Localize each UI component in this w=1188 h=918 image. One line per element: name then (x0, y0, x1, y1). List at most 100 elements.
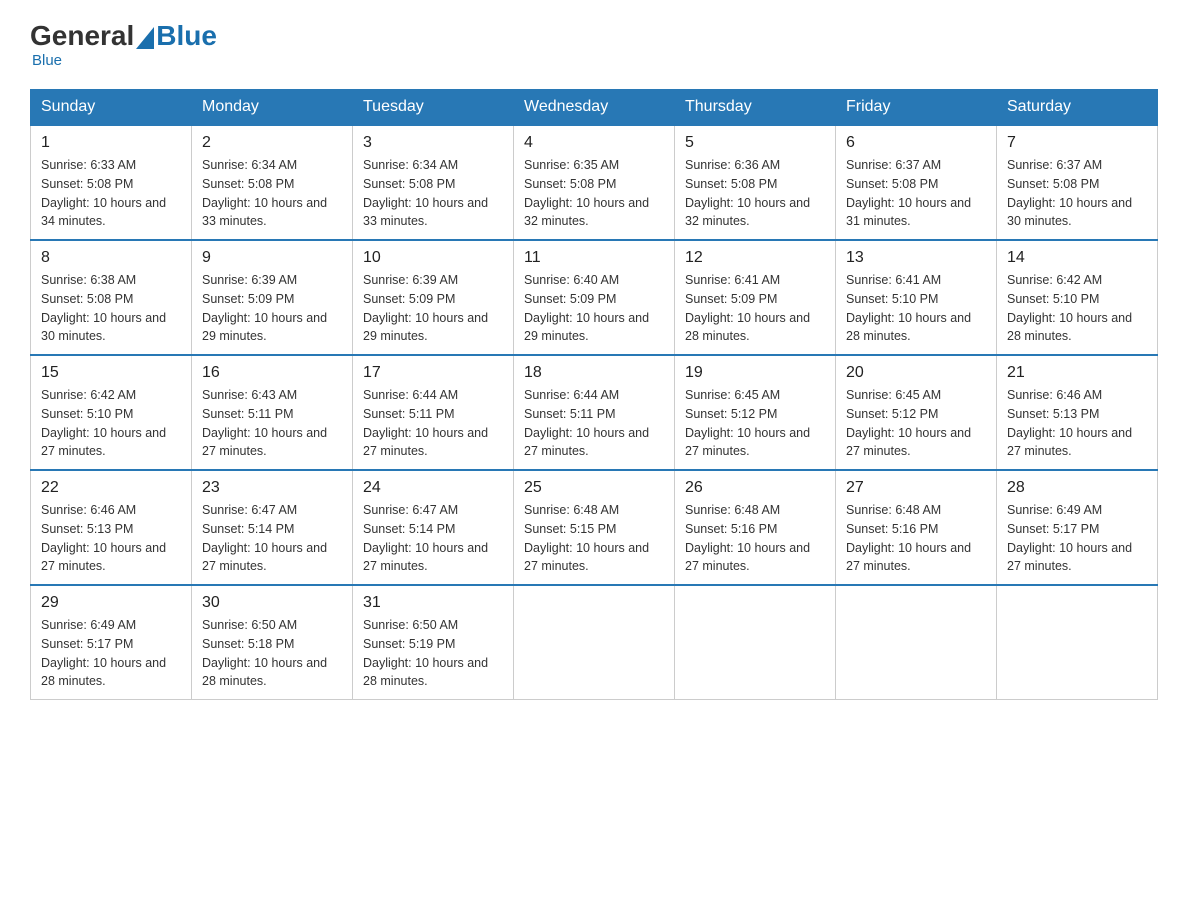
day-number: 11 (524, 249, 664, 267)
calendar-cell: 14 Sunrise: 6:42 AMSunset: 5:10 PMDaylig… (997, 240, 1158, 355)
calendar-table: SundayMondayTuesdayWednesdayThursdayFrid… (30, 89, 1158, 700)
day-info: Sunrise: 6:43 AMSunset: 5:11 PMDaylight:… (202, 386, 342, 461)
weekday-header-friday: Friday (836, 90, 997, 126)
logo-text: General Blue (30, 20, 217, 52)
day-info: Sunrise: 6:35 AMSunset: 5:08 PMDaylight:… (524, 156, 664, 231)
calendar-cell: 23 Sunrise: 6:47 AMSunset: 5:14 PMDaylig… (192, 470, 353, 585)
calendar-cell: 2 Sunrise: 6:34 AMSunset: 5:08 PMDayligh… (192, 125, 353, 240)
weekday-header-saturday: Saturday (997, 90, 1158, 126)
day-info: Sunrise: 6:39 AMSunset: 5:09 PMDaylight:… (363, 271, 503, 346)
day-number: 31 (363, 594, 503, 612)
day-info: Sunrise: 6:48 AMSunset: 5:16 PMDaylight:… (685, 501, 825, 576)
day-info: Sunrise: 6:42 AMSunset: 5:10 PMDaylight:… (1007, 271, 1147, 346)
weekday-header-sunday: Sunday (31, 90, 192, 126)
calendar-week-row: 29 Sunrise: 6:49 AMSunset: 5:17 PMDaylig… (31, 585, 1158, 700)
weekday-header-tuesday: Tuesday (353, 90, 514, 126)
calendar-week-row: 1 Sunrise: 6:33 AMSunset: 5:08 PMDayligh… (31, 125, 1158, 240)
day-number: 25 (524, 479, 664, 497)
day-number: 3 (363, 134, 503, 152)
calendar-week-row: 15 Sunrise: 6:42 AMSunset: 5:10 PMDaylig… (31, 355, 1158, 470)
day-number: 12 (685, 249, 825, 267)
calendar-cell: 25 Sunrise: 6:48 AMSunset: 5:15 PMDaylig… (514, 470, 675, 585)
calendar-cell: 9 Sunrise: 6:39 AMSunset: 5:09 PMDayligh… (192, 240, 353, 355)
weekday-header-wednesday: Wednesday (514, 90, 675, 126)
calendar-cell (836, 585, 997, 700)
weekday-header-row: SundayMondayTuesdayWednesdayThursdayFrid… (31, 90, 1158, 126)
calendar-cell (997, 585, 1158, 700)
calendar-cell: 13 Sunrise: 6:41 AMSunset: 5:10 PMDaylig… (836, 240, 997, 355)
calendar-cell: 28 Sunrise: 6:49 AMSunset: 5:17 PMDaylig… (997, 470, 1158, 585)
day-info: Sunrise: 6:44 AMSunset: 5:11 PMDaylight:… (524, 386, 664, 461)
calendar-week-row: 8 Sunrise: 6:38 AMSunset: 5:08 PMDayligh… (31, 240, 1158, 355)
day-info: Sunrise: 6:46 AMSunset: 5:13 PMDaylight:… (1007, 386, 1147, 461)
calendar-cell: 31 Sunrise: 6:50 AMSunset: 5:19 PMDaylig… (353, 585, 514, 700)
day-info: Sunrise: 6:34 AMSunset: 5:08 PMDaylight:… (202, 156, 342, 231)
day-info: Sunrise: 6:49 AMSunset: 5:17 PMDaylight:… (41, 616, 181, 691)
day-info: Sunrise: 6:39 AMSunset: 5:09 PMDaylight:… (202, 271, 342, 346)
logo-blue-text: Blue (156, 20, 217, 52)
day-number: 30 (202, 594, 342, 612)
day-number: 9 (202, 249, 342, 267)
day-number: 15 (41, 364, 181, 382)
calendar-cell: 3 Sunrise: 6:34 AMSunset: 5:08 PMDayligh… (353, 125, 514, 240)
calendar-cell (675, 585, 836, 700)
day-info: Sunrise: 6:37 AMSunset: 5:08 PMDaylight:… (846, 156, 986, 231)
day-info: Sunrise: 6:34 AMSunset: 5:08 PMDaylight:… (363, 156, 503, 231)
day-info: Sunrise: 6:48 AMSunset: 5:15 PMDaylight:… (524, 501, 664, 576)
calendar-cell: 4 Sunrise: 6:35 AMSunset: 5:08 PMDayligh… (514, 125, 675, 240)
calendar-cell: 20 Sunrise: 6:45 AMSunset: 5:12 PMDaylig… (836, 355, 997, 470)
day-number: 2 (202, 134, 342, 152)
day-info: Sunrise: 6:40 AMSunset: 5:09 PMDaylight:… (524, 271, 664, 346)
calendar-cell: 29 Sunrise: 6:49 AMSunset: 5:17 PMDaylig… (31, 585, 192, 700)
calendar-cell: 1 Sunrise: 6:33 AMSunset: 5:08 PMDayligh… (31, 125, 192, 240)
day-number: 19 (685, 364, 825, 382)
calendar-cell: 21 Sunrise: 6:46 AMSunset: 5:13 PMDaylig… (997, 355, 1158, 470)
calendar-cell: 12 Sunrise: 6:41 AMSunset: 5:09 PMDaylig… (675, 240, 836, 355)
day-number: 21 (1007, 364, 1147, 382)
day-info: Sunrise: 6:33 AMSunset: 5:08 PMDaylight:… (41, 156, 181, 231)
calendar-cell: 6 Sunrise: 6:37 AMSunset: 5:08 PMDayligh… (836, 125, 997, 240)
day-info: Sunrise: 6:48 AMSunset: 5:16 PMDaylight:… (846, 501, 986, 576)
day-info: Sunrise: 6:41 AMSunset: 5:10 PMDaylight:… (846, 271, 986, 346)
day-number: 17 (363, 364, 503, 382)
day-number: 1 (41, 134, 181, 152)
calendar-cell: 5 Sunrise: 6:36 AMSunset: 5:08 PMDayligh… (675, 125, 836, 240)
day-number: 4 (524, 134, 664, 152)
calendar-cell: 27 Sunrise: 6:48 AMSunset: 5:16 PMDaylig… (836, 470, 997, 585)
day-number: 29 (41, 594, 181, 612)
day-number: 10 (363, 249, 503, 267)
day-info: Sunrise: 6:44 AMSunset: 5:11 PMDaylight:… (363, 386, 503, 461)
calendar-cell: 24 Sunrise: 6:47 AMSunset: 5:14 PMDaylig… (353, 470, 514, 585)
calendar-cell: 7 Sunrise: 6:37 AMSunset: 5:08 PMDayligh… (997, 125, 1158, 240)
day-info: Sunrise: 6:36 AMSunset: 5:08 PMDaylight:… (685, 156, 825, 231)
calendar-cell: 15 Sunrise: 6:42 AMSunset: 5:10 PMDaylig… (31, 355, 192, 470)
weekday-header-thursday: Thursday (675, 90, 836, 126)
day-info: Sunrise: 6:46 AMSunset: 5:13 PMDaylight:… (41, 501, 181, 576)
day-number: 7 (1007, 134, 1147, 152)
day-info: Sunrise: 6:42 AMSunset: 5:10 PMDaylight:… (41, 386, 181, 461)
day-number: 13 (846, 249, 986, 267)
calendar-cell: 17 Sunrise: 6:44 AMSunset: 5:11 PMDaylig… (353, 355, 514, 470)
day-number: 27 (846, 479, 986, 497)
day-number: 14 (1007, 249, 1147, 267)
day-number: 16 (202, 364, 342, 382)
day-number: 6 (846, 134, 986, 152)
calendar-cell (514, 585, 675, 700)
day-number: 23 (202, 479, 342, 497)
calendar-cell: 10 Sunrise: 6:39 AMSunset: 5:09 PMDaylig… (353, 240, 514, 355)
calendar-week-row: 22 Sunrise: 6:46 AMSunset: 5:13 PMDaylig… (31, 470, 1158, 585)
day-number: 18 (524, 364, 664, 382)
day-info: Sunrise: 6:50 AMSunset: 5:18 PMDaylight:… (202, 616, 342, 691)
logo-tagline: Blue (30, 52, 62, 69)
logo-triangle-icon (136, 27, 154, 49)
day-info: Sunrise: 6:47 AMSunset: 5:14 PMDaylight:… (202, 501, 342, 576)
day-info: Sunrise: 6:50 AMSunset: 5:19 PMDaylight:… (363, 616, 503, 691)
day-number: 24 (363, 479, 503, 497)
calendar-cell: 30 Sunrise: 6:50 AMSunset: 5:18 PMDaylig… (192, 585, 353, 700)
day-info: Sunrise: 6:45 AMSunset: 5:12 PMDaylight:… (685, 386, 825, 461)
calendar-cell: 8 Sunrise: 6:38 AMSunset: 5:08 PMDayligh… (31, 240, 192, 355)
calendar-cell: 11 Sunrise: 6:40 AMSunset: 5:09 PMDaylig… (514, 240, 675, 355)
day-number: 8 (41, 249, 181, 267)
day-number: 20 (846, 364, 986, 382)
calendar-cell: 22 Sunrise: 6:46 AMSunset: 5:13 PMDaylig… (31, 470, 192, 585)
